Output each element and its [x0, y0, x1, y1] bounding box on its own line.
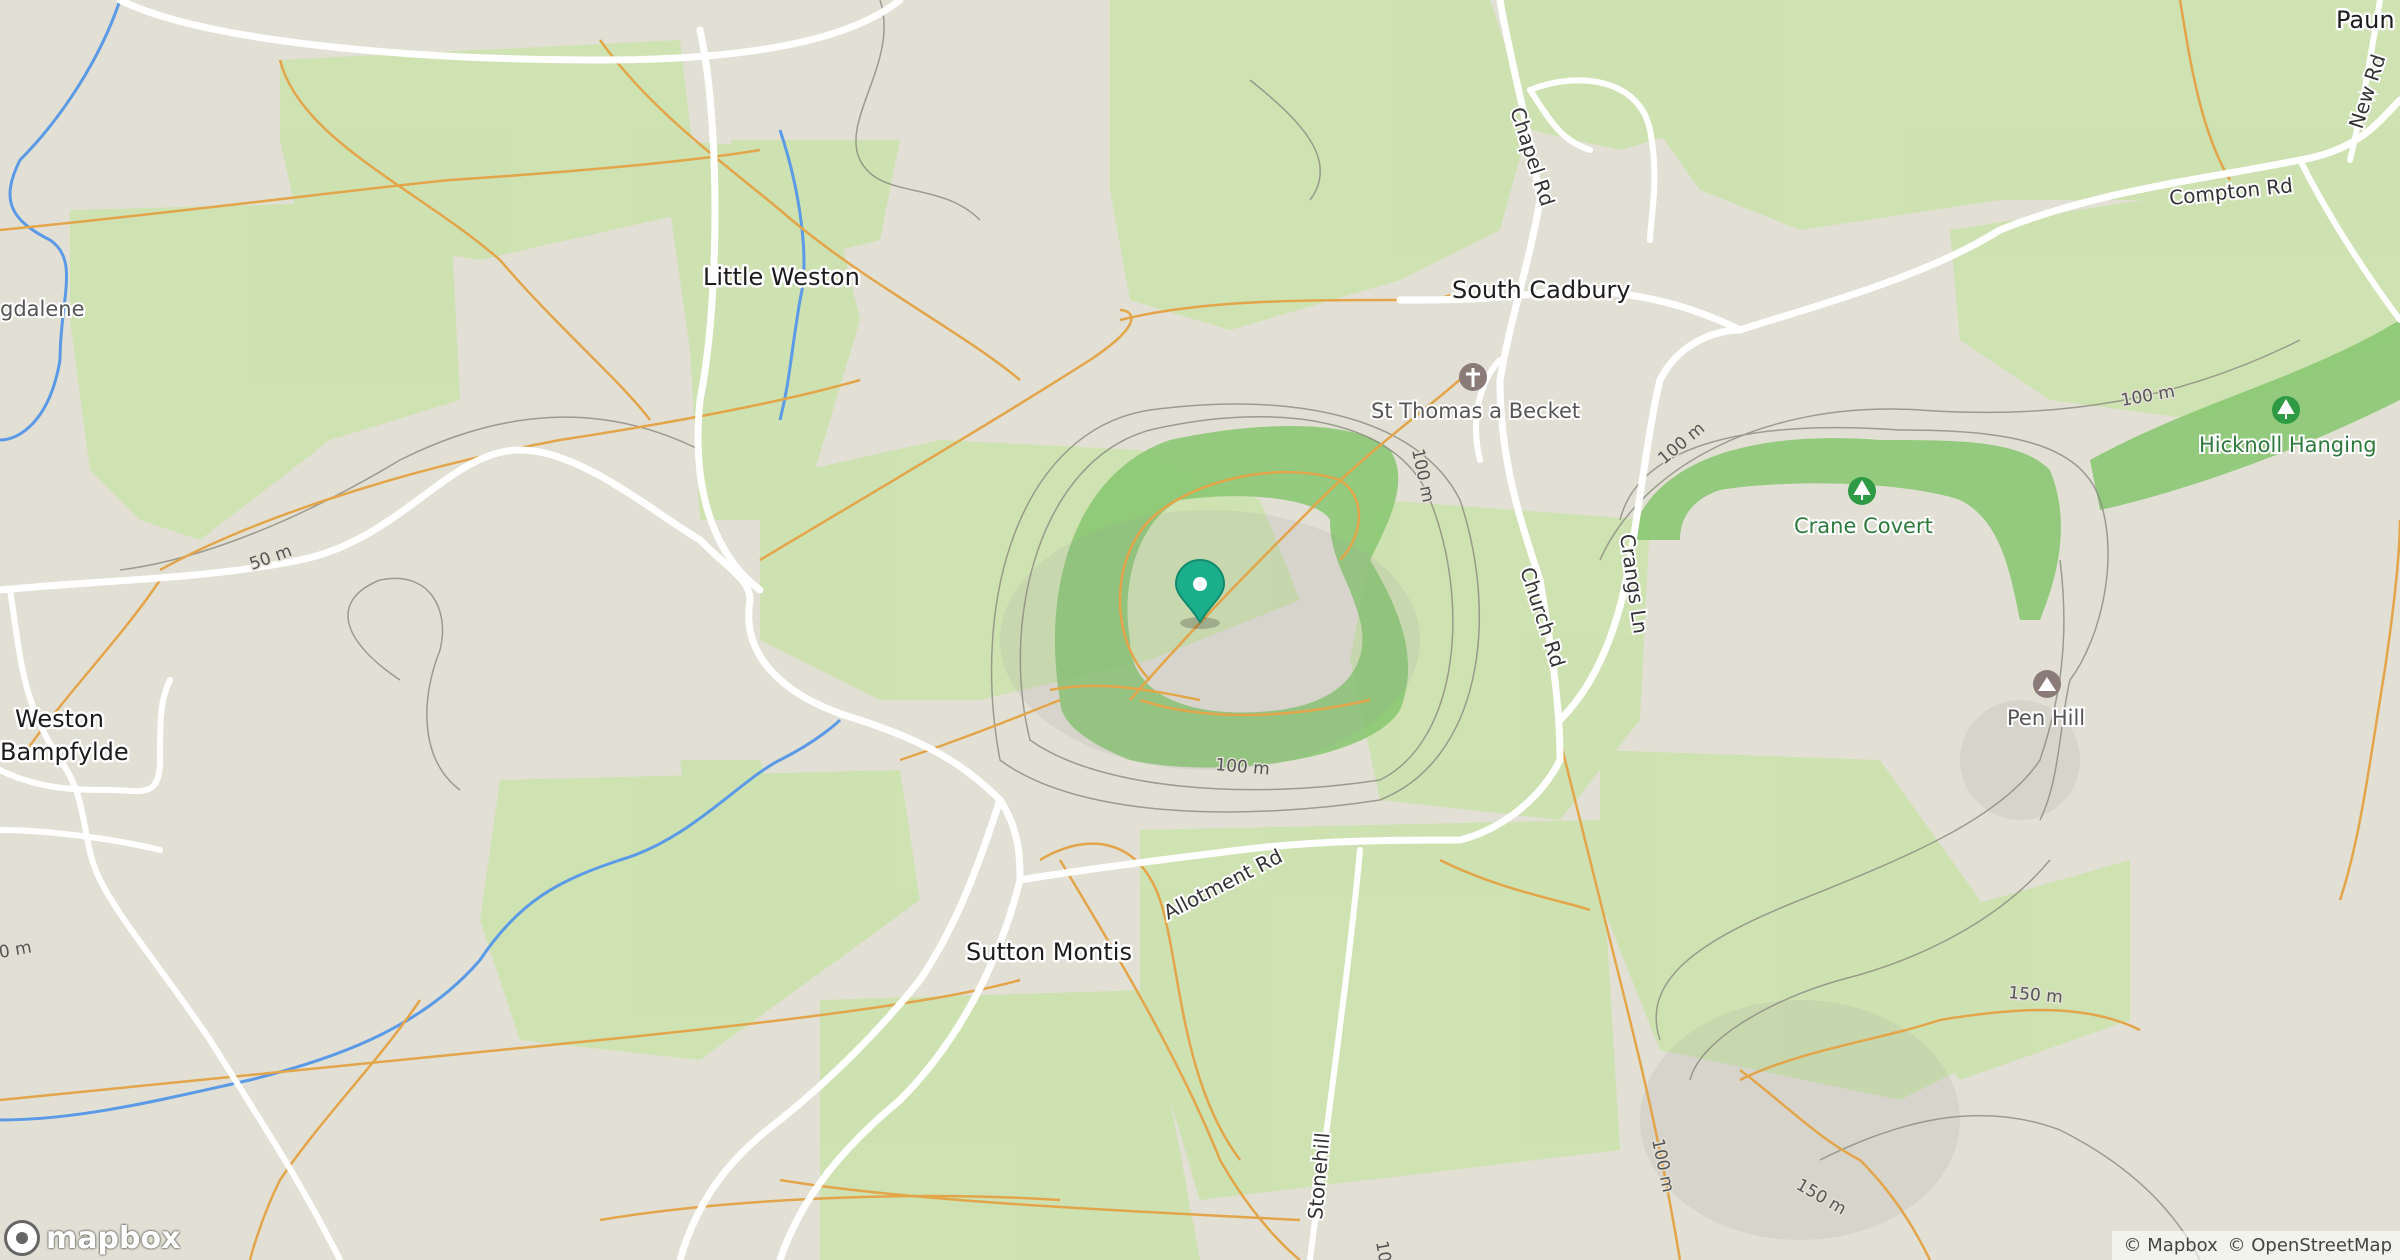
place-weston: Weston [15, 705, 104, 733]
map-canvas[interactable]: Little Weston South Cadbury Weston Bampf… [0, 0, 2400, 1260]
attribution: © Mapbox © OpenStreetMap [2111, 1231, 2400, 1260]
attribution-mapbox-link[interactable]: © Mapbox [2124, 1235, 2218, 1256]
svg-text:10: 10 [1371, 1239, 1394, 1260]
place-south-cadbury: South Cadbury [1452, 276, 1631, 304]
hicknoll-hanging-label: Hicknoll Hanging [2199, 433, 2377, 457]
mapbox-logo-icon [4, 1220, 40, 1256]
place-little-weston: Little Weston [703, 263, 860, 291]
attribution-osm-link[interactable]: © OpenStreetMap [2228, 1235, 2392, 1256]
crane-covert-label: Crane Covert [1794, 514, 1933, 538]
mapbox-logo[interactable]: mapbox [4, 1220, 180, 1256]
place-magdalene: gdalene [0, 297, 85, 321]
mapbox-logo-text: mapbox [46, 1220, 181, 1256]
pen-hill-label: Pen Hill [2007, 706, 2085, 730]
place-sutton-montis: Sutton Montis [966, 938, 1132, 966]
church-label: St Thomas a Becket [1371, 399, 1580, 423]
place-paun: Paun [2336, 6, 2395, 34]
place-bampfylde: Bampfylde [0, 738, 129, 766]
